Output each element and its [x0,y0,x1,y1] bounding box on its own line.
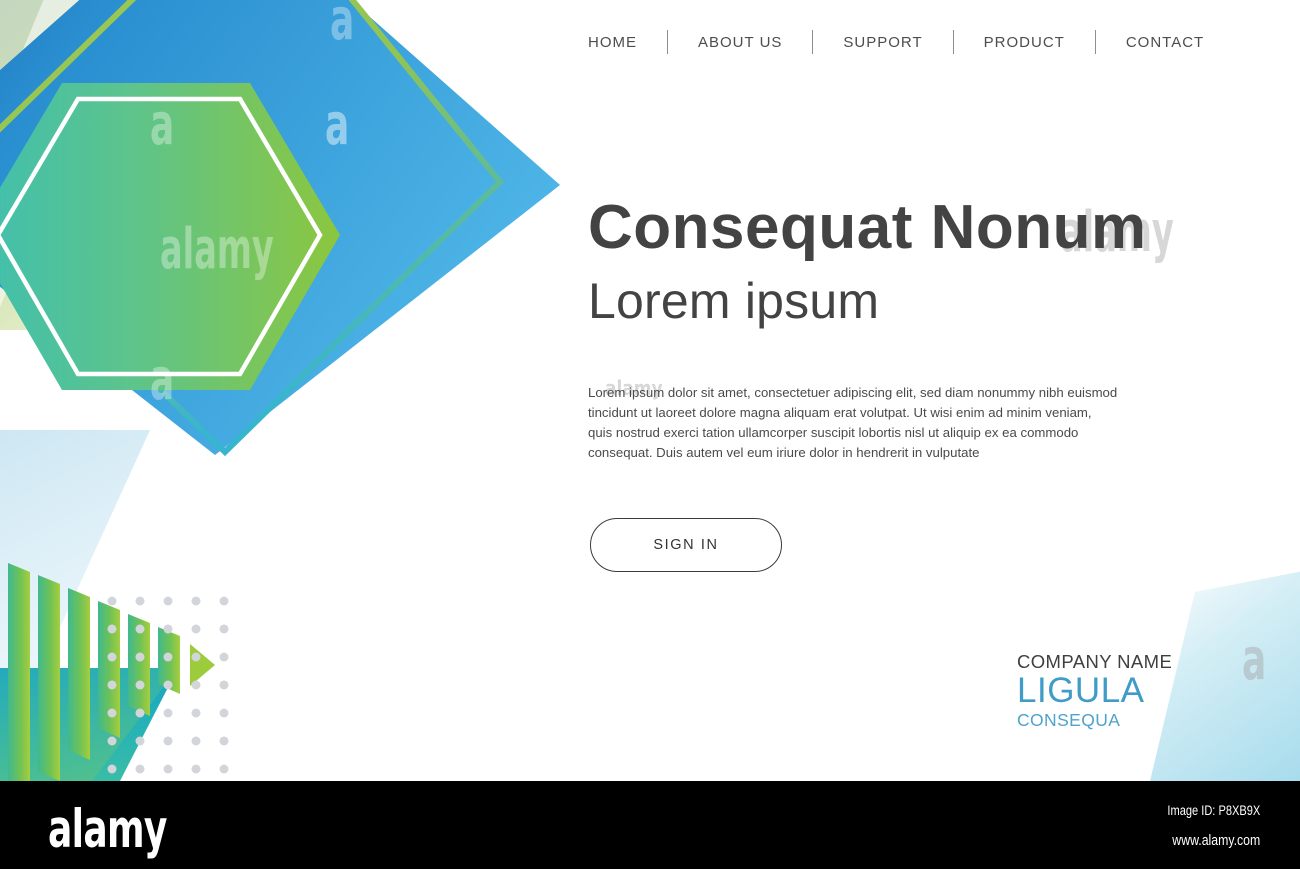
nav-item-contact[interactable]: CONTACT [1126,34,1204,51]
image-id-label: Image ID: P8XB9X [1167,803,1260,818]
company-logo: COMPANY NAME LIGULA CONSEQUA [1017,651,1173,731]
page-content: HOME ABOUT US SUPPORT PRODUCT CONTACT Co… [0,0,1300,781]
nav-item-home[interactable]: HOME [588,34,637,51]
page-title: Consequat Nonum [588,193,1147,262]
website-url[interactable]: www.alamy.com [1172,832,1260,849]
alamy-logo: alamy [48,799,167,860]
stock-photo-footer-bar: alamy Image ID: P8XB9X www.alamy.com [0,781,1300,869]
brand-tagline: CONSEQUA [1017,710,1121,731]
nav-item-support[interactable]: SUPPORT [843,34,922,51]
page-subtitle: Lorem ipsum [588,273,880,329]
company-name-label: COMPANY NAME [1017,651,1173,672]
nav-divider [1094,30,1096,54]
sign-in-label: SIGN IN [653,537,719,553]
sign-in-button[interactable]: SIGN IN [590,518,782,572]
brand-name: LIGULA [1017,671,1145,711]
nav-item-product[interactable]: PRODUCT [984,34,1065,51]
nav-divider [952,30,954,54]
nav-divider [667,30,668,54]
main-navigation: HOME ABOUT US SUPPORT PRODUCT CONTACT [588,30,1204,54]
landing-page-screenshot: a a a a alamy a alamy alamy HOME ABOUT U… [0,0,1300,869]
hero-paragraph: Lorem ipsum dolor sit amet, consectetuer… [588,385,1118,461]
nav-divider [812,30,814,54]
nav-item-about-us[interactable]: ABOUT US [698,34,782,51]
